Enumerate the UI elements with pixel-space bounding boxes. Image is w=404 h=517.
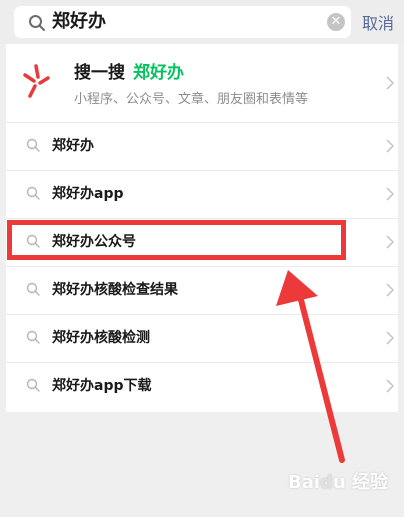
suggestion-item[interactable]: 郑好办app下载 <box>6 362 398 410</box>
suggestion-item[interactable]: 郑好办核酸检测 <box>6 314 398 363</box>
sousou-entry[interactable]: 搜一搜 郑好办 小程序、公众号、文章、朋友圈和表情等 <box>6 44 398 123</box>
cancel-button[interactable]: 取消 <box>362 10 394 34</box>
search-input[interactable]: 郑好办 <box>52 10 106 34</box>
suggestion-label: 郑好办app <box>52 186 124 202</box>
search-bar: 郑好办 ✕ 取消 <box>0 0 404 44</box>
search-icon <box>26 378 40 392</box>
baidu-watermark: Baidu 经验 <box>288 472 389 493</box>
suggestion-label: 郑好办app下载 <box>52 378 152 394</box>
suggestion-label: 郑好办核酸检测 <box>52 330 150 346</box>
zhenghaoban-logo-icon <box>23 64 50 98</box>
chevron-right-icon <box>386 139 394 153</box>
suggestion-item[interactable]: 郑好办核酸检查结果 <box>6 266 398 315</box>
sousou-subtitle: 小程序、公众号、文章、朋友圈和表情等 <box>74 92 309 107</box>
suggestion-item[interactable]: 郑好办 <box>6 122 398 171</box>
clear-icon[interactable]: ✕ <box>327 13 345 31</box>
chevron-right-icon <box>386 235 394 249</box>
sousou-title-prefix: 搜一搜 <box>74 63 125 83</box>
suggestion-item[interactable]: 郑好办app <box>6 170 398 219</box>
search-icon <box>26 282 40 296</box>
suggestion-label: 郑好办 <box>52 138 94 154</box>
sousou-title-keyword: 郑好办 <box>133 63 184 83</box>
search-icon <box>26 138 40 152</box>
chevron-right-icon <box>386 283 394 297</box>
chevron-right-icon <box>386 187 394 201</box>
sousou-title: 搜一搜 郑好办 <box>74 58 184 83</box>
highlight-box <box>7 220 346 260</box>
search-box[interactable]: 郑好办 ✕ <box>14 6 351 38</box>
chevron-right-icon <box>386 76 394 90</box>
search-icon <box>26 330 40 344</box>
chevron-right-icon <box>386 379 394 393</box>
suggestion-label: 郑好办核酸检查结果 <box>52 282 178 298</box>
search-icon <box>26 186 40 200</box>
search-icon <box>29 15 45 31</box>
chevron-right-icon <box>386 331 394 345</box>
